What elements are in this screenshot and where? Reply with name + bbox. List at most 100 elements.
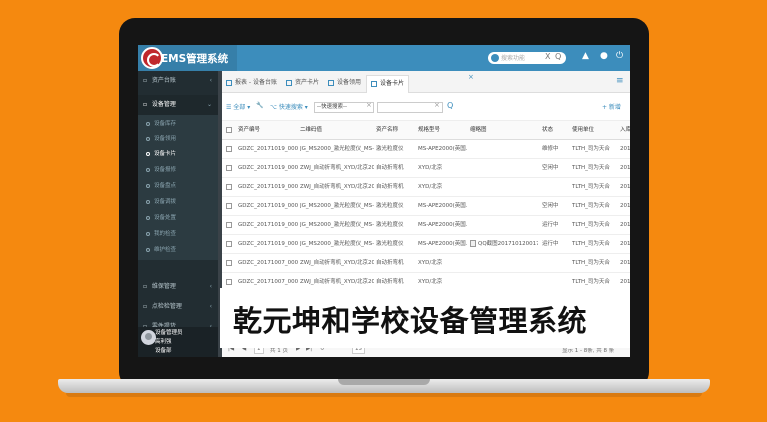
image-thumbnail-icon[interactable] <box>470 240 476 247</box>
sidebar-item-inspection[interactable]: ▫ 点检检管理 ‹ <box>138 297 218 317</box>
sidebar-item-label: 点检检管理 <box>151 303 182 310</box>
table-row[interactable]: GDZC_20171019_0007 ZWJ_自动折弯机_XYD/北京20... 自… <box>222 159 630 178</box>
select-all-checkbox[interactable] <box>226 127 232 133</box>
user-panel[interactable]: 设备管理员 高利强 设备部 <box>138 327 218 357</box>
table-cell: QQ截图20171012001728_0... <box>470 235 538 254</box>
sidebar-subitem[interactable]: 设备报修 <box>138 163 218 177</box>
wrench-icon[interactable]: 🔧 <box>256 102 263 109</box>
header-search[interactable]: 搜索功能 X Q <box>488 52 566 64</box>
bell-icon[interactable]: ▲ <box>582 51 589 61</box>
user-icon[interactable]: ● <box>600 51 608 61</box>
table-cell: 2017-1 <box>620 260 630 266</box>
list-icon: ▫ <box>143 77 148 84</box>
input-clear-icon[interactable]: × <box>434 101 440 109</box>
table-cell: ZWJ_自动折弯机_XYD/北京20... <box>300 184 374 190</box>
column-header[interactable]: 二维码值 <box>300 121 374 140</box>
circle-icon <box>146 167 150 172</box>
column-header[interactable]: 资产名称 <box>376 121 416 140</box>
chart-icon <box>226 79 232 86</box>
search-clear-icon[interactable]: X <box>545 52 550 61</box>
search-icon[interactable]: Q <box>447 101 453 110</box>
row-checkbox[interactable] <box>226 165 232 171</box>
sidebar-subitem[interactable]: 设备盘点 <box>138 179 218 193</box>
table-row[interactable]: GDZC_20171019_0004 JG_MS2000_激光粒度仪_MS-...… <box>222 216 630 235</box>
search-placeholder: 搜索功能 <box>501 55 526 62</box>
column-header[interactable]: 缩略图 <box>470 121 538 140</box>
table-cell: TLTH_司为天合 <box>572 184 610 190</box>
laptop-shadow <box>66 393 702 397</box>
table-cell: XYD/北京 <box>418 165 443 171</box>
table-cell: 2017-1 <box>620 146 630 152</box>
power-icon[interactable]: ⏻ <box>616 51 623 61</box>
menu-icon[interactable]: ≡ <box>616 76 624 86</box>
table-row[interactable]: GDZC_20171007_0002 ZWJ_自动折弯机_XYD/北京20... 自… <box>222 254 630 273</box>
add-button[interactable]: + 新增 <box>602 102 621 111</box>
row-checkbox[interactable] <box>226 203 232 209</box>
sidebar-subitem[interactable]: 设备领用 <box>138 132 218 146</box>
table-row[interactable]: GDZC_20171019_0008 JG_MS2000_激光粒度仪_MS-...… <box>222 140 630 159</box>
circle-icon <box>146 199 150 204</box>
column-header[interactable]: 规格型号 <box>418 121 468 140</box>
sidebar-subitem[interactable]: 我的检查 <box>138 227 218 241</box>
row-checkbox[interactable] <box>226 184 232 190</box>
sidebar-item-maintenance[interactable]: ▫ 维保管理 ‹ <box>138 277 218 297</box>
logo[interactable]: EMS管理系统 <box>138 45 237 71</box>
table-cell: 2017-1 <box>620 203 630 209</box>
chevron-left-icon: ‹ <box>209 283 212 290</box>
table-cell: JG_MS2000_激光粒度仪_MS-... <box>300 241 374 247</box>
row-checkbox[interactable] <box>226 279 232 285</box>
column-header[interactable]: 资产编号 <box>238 121 298 140</box>
sidebar-item-asset-ledger[interactable]: ▫ 资产台账 ‹ <box>138 71 218 91</box>
sidebar: ▫ 资产台账 ‹ ▫ 设备管理 ⌄ 设备库存 设备领用 设备卡片 设备报修 设备… <box>138 71 218 357</box>
tab-close-icon[interactable]: × <box>468 73 474 81</box>
table-row[interactable]: GDZC_20171019_0005 JG_MS2000_激光粒度仪_MS-...… <box>222 197 630 216</box>
sidebar-subitem[interactable]: 维护检查 <box>138 243 218 257</box>
table-cell: 2017-1 <box>620 241 630 247</box>
sidebar-item-equipment[interactable]: ▫ 设备管理 ⌄ <box>138 95 218 115</box>
row-checkbox[interactable] <box>226 260 232 266</box>
row-checkbox[interactable] <box>226 146 232 152</box>
search-icon[interactable]: Q <box>555 52 561 61</box>
row-checkbox[interactable] <box>226 241 232 247</box>
list-icon: ▫ <box>143 303 148 310</box>
table-row[interactable]: GDZC_20171019_0006 ZWJ_自动折弯机_XYD/北京20... 自… <box>222 178 630 197</box>
tab-equipment-card[interactable]: 设备卡片 <box>366 75 410 93</box>
logo-emblem-icon <box>141 47 163 69</box>
table-cell: 激光粒度仪 <box>376 146 404 152</box>
filter-all-button[interactable]: ☰ 全部 ▾ <box>226 102 250 111</box>
table-row[interactable]: GDZC_20171019_0003 JG_MS2000_激光粒度仪_MS-...… <box>222 235 630 254</box>
row-checkbox[interactable] <box>226 222 232 228</box>
sidebar-subitem-active[interactable]: 设备卡片 <box>138 147 218 161</box>
tab-report-ledger[interactable]: 报表 - 设备台账 <box>222 75 281 93</box>
tab-equipment-use[interactable]: 设备领用 <box>324 75 365 93</box>
list-icon: ▫ <box>143 283 148 290</box>
sidebar-subitem[interactable]: 设备库存 <box>138 117 218 131</box>
quick-search-button[interactable]: ⌥ 快速搜索 ▾ <box>270 102 308 111</box>
logo-text: EMS管理系统 <box>161 53 229 65</box>
tab-bar: 报表 - 设备台账 资产卡片 设备领用 设备卡片 × ≡ <box>222 71 630 93</box>
column-header[interactable]: 状态 <box>542 121 570 140</box>
tab-asset-card[interactable]: 资产卡片 <box>282 75 323 93</box>
table-cell: 空闲中 <box>542 165 559 171</box>
sidebar-subitem[interactable]: 设备处置 <box>138 211 218 225</box>
table-cell: TLTH_司为天合 <box>572 222 610 228</box>
table-cell: JG_MS2000_激光粒度仪_MS-... <box>300 222 374 228</box>
user-role: 设备管理员 <box>155 330 183 336</box>
circle-icon <box>146 231 150 236</box>
circle-icon <box>146 183 150 188</box>
table-cell: TLTH_司为天合 <box>572 146 610 152</box>
sidebar-item-label: 资产台账 <box>151 77 176 84</box>
chevron-left-icon: ‹ <box>209 303 212 310</box>
column-header[interactable]: 入库日 <box>620 121 630 140</box>
table-cell: 2017-1 <box>620 222 630 228</box>
sidebar-subitem[interactable]: 设备调拨 <box>138 195 218 209</box>
table-cell: TLTH_司为天合 <box>572 241 610 247</box>
select-clear-icon[interactable]: × <box>366 101 372 109</box>
quick-search-select[interactable]: --快速搜索-- <box>314 102 374 113</box>
table-cell: GDZC_20171019_0005 <box>238 203 298 209</box>
column-header[interactable]: 使用单位 <box>572 121 618 140</box>
table-cell: GDZC_20171007_0002 <box>238 260 298 266</box>
circle-icon <box>146 247 150 252</box>
table-cell: 自动折弯机 <box>376 260 404 266</box>
location-icon <box>491 54 499 62</box>
